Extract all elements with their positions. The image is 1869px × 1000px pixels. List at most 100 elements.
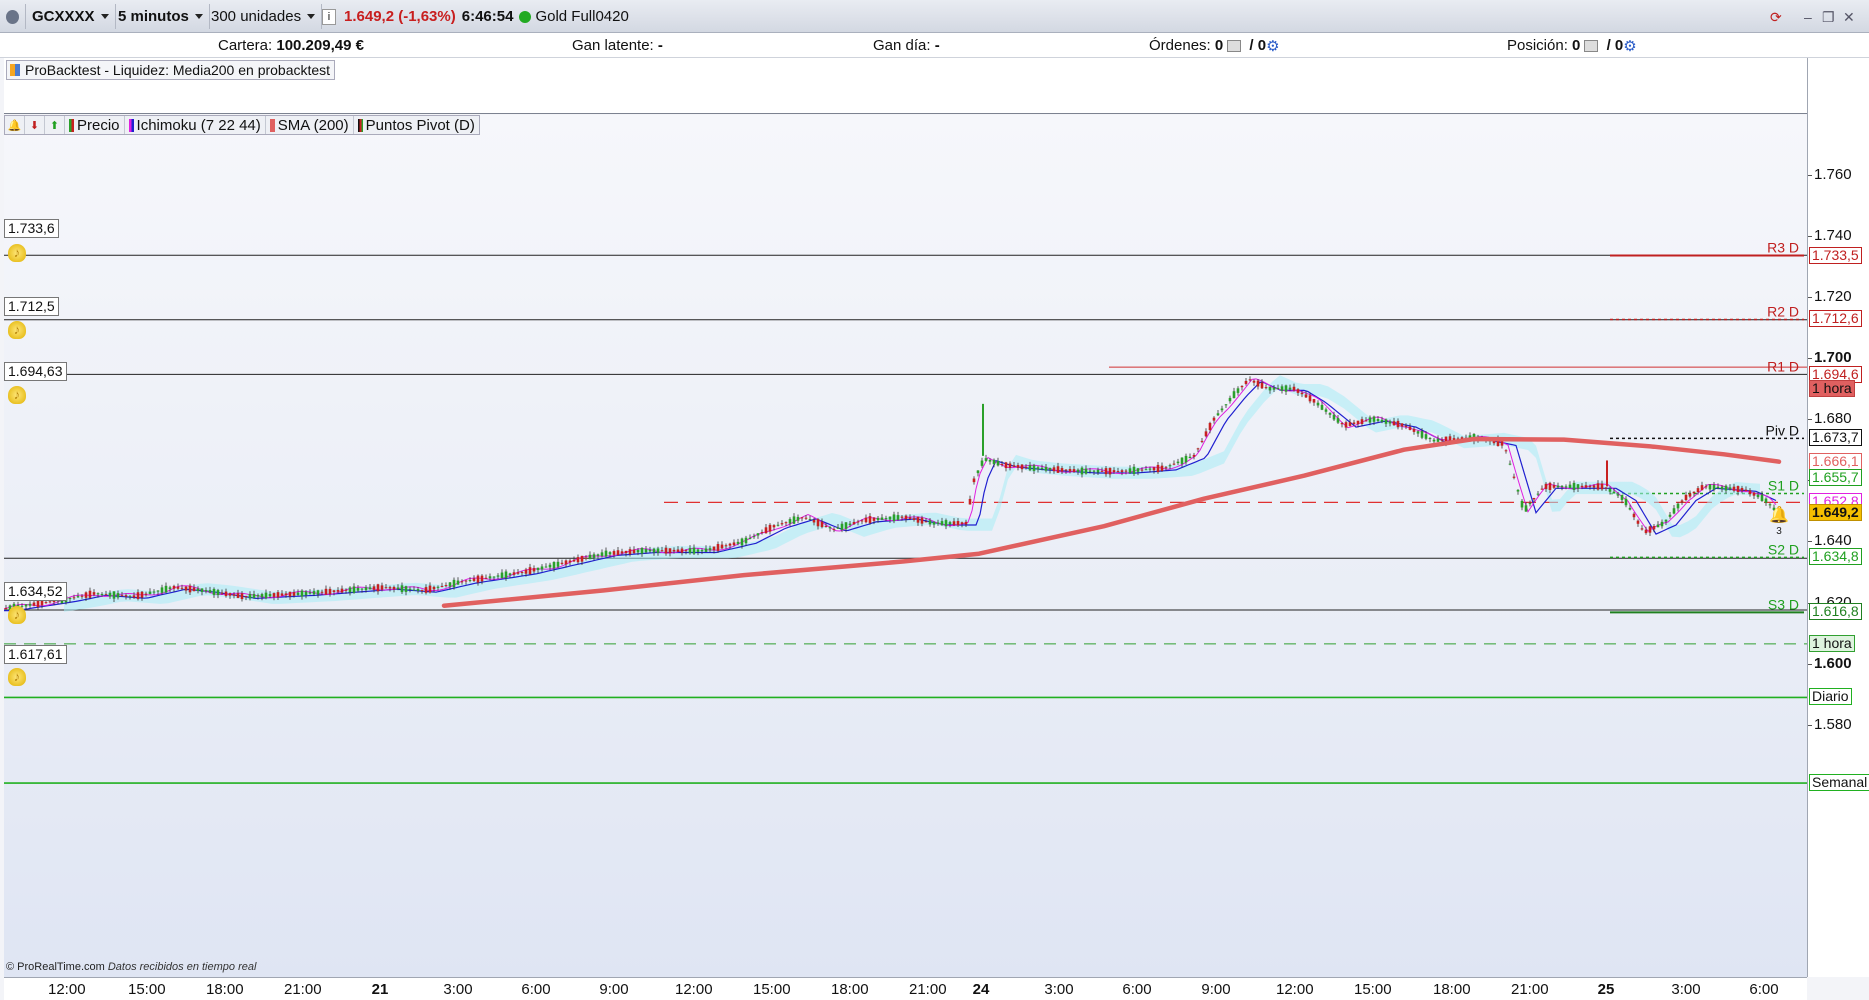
candle-body	[1260, 382, 1264, 389]
symbol-selector[interactable]: GCXXXX	[26, 4, 116, 29]
alert-bell-icon[interactable]: 🔔	[5, 116, 25, 134]
candle-body	[272, 593, 276, 597]
sync-icon[interactable]: ⟳	[1770, 9, 1782, 26]
candle-body	[1568, 484, 1572, 489]
y-tick-label: 1.640	[1814, 532, 1852, 550]
x-tick-label: 6:00	[1122, 981, 1152, 998]
price-chart[interactable]: 🔔 3 R3 D R2 D R1 D Piv D S1 D S2 D S3 D	[4, 115, 1807, 977]
candle-body	[264, 592, 268, 599]
backtest-label[interactable]: ProBacktest - Liquidez: Media200 en prob…	[6, 60, 336, 80]
candle-body	[4, 607, 8, 609]
candle-body	[1156, 464, 1160, 473]
indicator-toolbar: 🔔 ⬇ ⬆ Precio Ichimoku (7 22 44) SMA (200…	[4, 115, 480, 135]
minimize-icon[interactable]: –	[1804, 9, 1812, 25]
alert-bell-icon[interactable]: ♪	[8, 386, 26, 404]
timeframe-label: 5 minutos	[118, 8, 189, 25]
units-label: 300 unidades	[211, 8, 302, 25]
candle-body	[984, 458, 988, 461]
candle-body	[1612, 491, 1616, 494]
hline-label-4[interactable]: 1.634,52	[4, 582, 67, 601]
candle-body	[1540, 488, 1544, 490]
close-icon[interactable]: ✕	[1843, 9, 1855, 26]
candle-body	[1700, 485, 1704, 491]
hline-label-1[interactable]: 1.733,6	[4, 219, 59, 238]
candle-body	[1680, 500, 1684, 502]
candle-body	[564, 560, 568, 565]
candle-body	[1508, 463, 1512, 465]
candle-body	[1404, 425, 1408, 427]
candle-body	[1052, 467, 1056, 472]
candle-body	[476, 575, 480, 583]
x-tick-label: 6:00	[1749, 981, 1779, 998]
candle-body	[1284, 385, 1288, 392]
footer-realtime-note: Datos recibidos en tiempo real	[107, 961, 257, 973]
candle-body	[1332, 414, 1336, 420]
candle-body	[1552, 485, 1556, 488]
price-axis[interactable]: 1.7601.7401.7201.7001.6801.6601.6401.620…	[1807, 58, 1869, 977]
positions-list-icon[interactable]	[1584, 40, 1599, 53]
candle-body	[1620, 494, 1624, 500]
candle-body	[756, 533, 760, 536]
download-icon[interactable]: ⬇	[25, 116, 45, 134]
candle-body	[1172, 463, 1176, 465]
candle-body	[728, 543, 732, 546]
gan-dia-label: Gan día:	[873, 37, 931, 54]
app-menu-icon[interactable]	[0, 4, 26, 29]
restore-icon[interactable]: ❐	[1822, 9, 1835, 26]
hline-label-3[interactable]: 1.694,63	[4, 362, 67, 381]
x-tick-label: 3:00	[1044, 981, 1074, 998]
units-selector[interactable]: 300 unidades	[205, 4, 323, 29]
candle-body	[436, 586, 440, 588]
candle-body	[884, 518, 888, 520]
indicator-precio[interactable]: Precio	[65, 116, 125, 134]
alert-bell-icon[interactable]: ♪	[8, 321, 26, 339]
candle-body	[1208, 422, 1212, 431]
time-axis[interactable]: 12:00 15:00 18:00 21:00 21 3:00 6:00 9:00 12:00 1…	[4, 977, 1807, 1000]
candle-body	[152, 591, 156, 593]
gear-icon[interactable]: ⚙	[1623, 37, 1636, 55]
indicator-sma[interactable]: SMA (200)	[266, 116, 354, 134]
candle-body	[628, 549, 632, 555]
x-tick-label: 21	[371, 981, 389, 998]
candle-body	[1368, 417, 1372, 423]
candle-body	[848, 523, 852, 526]
y-tick-mark	[1808, 296, 1812, 298]
hline-label-2[interactable]: 1.712,5	[4, 297, 59, 316]
gear-icon[interactable]: ⚙	[1266, 37, 1279, 55]
info-icon[interactable]: i	[322, 8, 336, 25]
candle-body	[1084, 468, 1088, 474]
candle-body	[684, 550, 688, 552]
candle-body	[104, 594, 108, 596]
candle-body	[1560, 485, 1564, 487]
y-tick-mark	[1808, 358, 1812, 359]
candle-body	[780, 523, 784, 525]
candle-body	[128, 596, 132, 598]
candle-body	[68, 597, 72, 599]
hline-label-5[interactable]: 1.617,61	[4, 645, 67, 664]
candle-body	[384, 587, 388, 589]
orders-list-icon[interactable]	[1227, 40, 1242, 53]
indicator-pivot[interactable]: Puntos Pivot (D)	[354, 116, 479, 134]
candle-body	[720, 544, 724, 549]
candle-body	[88, 590, 92, 598]
candle-body	[408, 588, 412, 590]
candle-body	[1028, 465, 1032, 471]
candle-body	[1664, 519, 1668, 522]
candle-body	[1432, 439, 1436, 442]
alert-bell-icon[interactable]: ♪	[8, 606, 26, 624]
alert-count: 3	[1776, 526, 1782, 537]
indicator-ichimoku[interactable]: Ichimoku (7 22 44)	[125, 116, 266, 134]
candle-body	[740, 538, 744, 546]
timeframe-selector[interactable]: 5 minutos	[112, 4, 210, 29]
alert-bell-icon[interactable]: ♪	[8, 668, 26, 686]
candle-body	[1584, 485, 1588, 488]
candle-body	[892, 514, 896, 522]
upload-icon[interactable]: ⬆	[45, 116, 65, 134]
candle-body	[724, 545, 728, 547]
candle-body	[1652, 526, 1656, 530]
candle-body	[732, 542, 736, 546]
alert-bell-icon[interactable]: ♪	[8, 244, 26, 262]
candle-body	[1436, 438, 1440, 442]
candle-body	[1600, 483, 1604, 490]
candle-body	[908, 517, 912, 519]
